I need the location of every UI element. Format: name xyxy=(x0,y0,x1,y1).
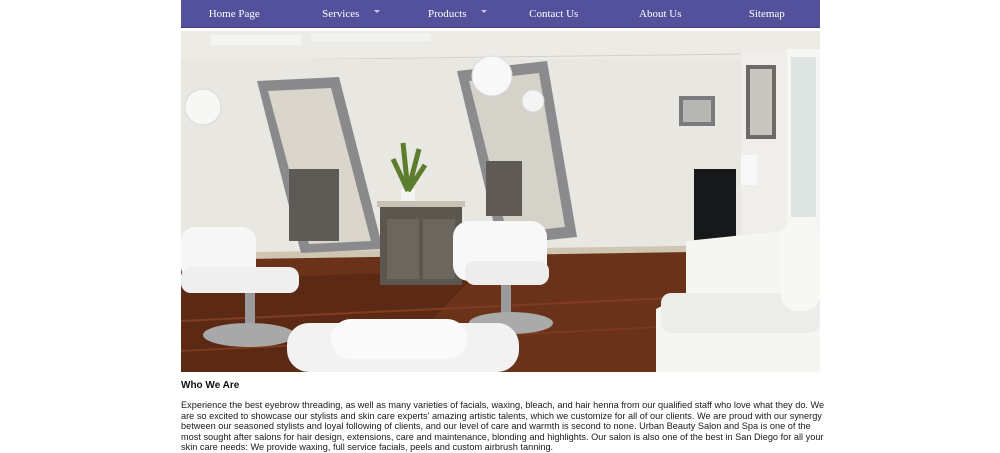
nav-label: Products xyxy=(428,7,467,20)
nav-label: About Us xyxy=(639,7,682,20)
nav-label: Home Page xyxy=(208,7,260,20)
nav-label: Sitemap xyxy=(748,7,785,20)
nav-item-sitemap[interactable]: Sitemap xyxy=(714,0,821,27)
salon-interior-illustration xyxy=(181,31,820,372)
nav-item-home[interactable]: Home Page xyxy=(181,0,288,27)
nav-item-products[interactable]: Products xyxy=(394,0,501,27)
main-navigation: Home Page Services Products Contact Us A… xyxy=(181,0,820,28)
nav-item-services[interactable]: Services xyxy=(288,0,395,27)
section-body-text: Experience the best eyebrow threading, a… xyxy=(181,400,825,452)
nav-item-contact[interactable]: Contact Us xyxy=(501,0,608,27)
nav-item-about[interactable]: About Us xyxy=(607,0,714,27)
dropdown-caret-icon xyxy=(374,10,380,13)
page-container: Home Page Services Products Contact Us A… xyxy=(181,0,824,452)
section-heading: Who We Are xyxy=(181,380,240,391)
dropdown-caret-icon xyxy=(480,10,487,13)
nav-label: Services xyxy=(322,7,360,20)
salon-hero-image xyxy=(181,31,820,372)
who-we-are-section: Who We Are Experience the best eyebrow t… xyxy=(181,380,826,453)
nav-label: Contact Us xyxy=(529,7,579,20)
